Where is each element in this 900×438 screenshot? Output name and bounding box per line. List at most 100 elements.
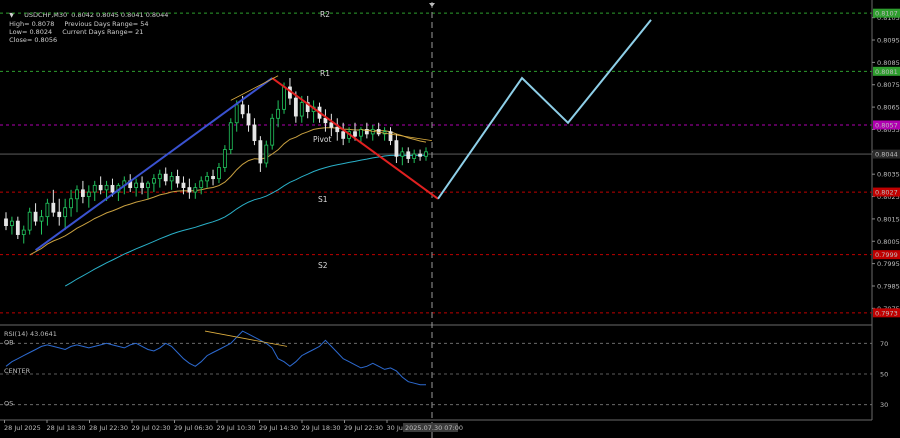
time-tick-label: 28 Jul 18:30 [47, 424, 86, 432]
rsi-tick-label: 30 [880, 401, 888, 409]
candle-body [21, 229, 26, 235]
level-label-r2: R2 [320, 10, 330, 19]
time-tick-label: 29 Jul 14:30 [259, 424, 298, 432]
candle-body [63, 207, 68, 218]
candle-body [329, 122, 334, 128]
rsi-zone-label: OB [4, 338, 14, 346]
level-tag-value: 0.7999 [875, 251, 898, 259]
time-tick-label: 29 Jul 06:30 [174, 424, 213, 432]
candle-body [394, 140, 399, 157]
level-tag-value: 0.8107 [875, 10, 898, 18]
candle-body [228, 122, 233, 150]
candle-body [193, 187, 198, 193]
candle-body [57, 211, 62, 218]
price-tick-label: 0.8065 [877, 104, 900, 112]
rsi-zone-label: CENTER [4, 367, 31, 375]
time-tick-label: 29 Jul 18:30 [302, 424, 341, 432]
candle-body [151, 178, 156, 184]
candle-body [199, 180, 204, 188]
candle-body [258, 140, 263, 164]
rsi-zone-label: OS [4, 400, 13, 408]
candle-body [211, 176, 215, 180]
candle-body [276, 108, 281, 119]
candle-body [222, 149, 227, 168]
time-tick-label: 29 Jul 02:30 [132, 424, 171, 432]
candle-body [282, 86, 286, 110]
down-trend-line [271, 77, 439, 200]
price-tick-label: 0.8035 [877, 171, 900, 179]
candle-body [10, 220, 14, 227]
separator-marker-icon [429, 3, 435, 7]
candle-body [98, 184, 103, 191]
time-highlight-label: 2025.07.30 07:00 [405, 424, 463, 432]
candle-body [92, 184, 97, 193]
price-tick-label: 0.8005 [877, 238, 900, 246]
rsi-tick-label: 50 [880, 371, 888, 379]
candle-body [264, 144, 269, 164]
candle-body [388, 131, 393, 142]
level-tag-value: 0.8027 [875, 189, 898, 197]
candle-body [234, 104, 239, 124]
candle-body [240, 104, 245, 115]
time-tick-label: 29 Jul 22:30 [344, 424, 383, 432]
high-annotation-line [230, 75, 279, 101]
candle-body [252, 124, 257, 142]
candle-body [412, 153, 417, 159]
level-label-s2: S2 [318, 261, 328, 270]
candle-body [39, 216, 44, 222]
level-tag-value: 0.8081 [875, 68, 898, 76]
candle-body [140, 182, 144, 188]
candle-body [217, 167, 221, 180]
candle-body [169, 176, 174, 182]
candle-body [418, 153, 422, 157]
candle-body [146, 182, 150, 188]
candle-body [104, 184, 109, 191]
candle-body [323, 117, 328, 124]
rsi-line [5, 330, 426, 386]
candle-body [15, 220, 20, 235]
candle-body [75, 189, 79, 200]
price-tick-label: 0.8015 [877, 215, 900, 223]
candle-body [335, 126, 340, 133]
up-trend-line [34, 77, 273, 252]
candle-body [353, 131, 357, 137]
ema-slow-line [64, 154, 427, 287]
level-tag-value: 0.8044 [875, 151, 898, 159]
candle-body [45, 202, 50, 218]
level-label-pivot: Pivot [313, 135, 331, 144]
price-tick-label: 0.8095 [877, 37, 900, 45]
candle-body [400, 151, 405, 157]
candle-body [157, 173, 162, 180]
candle-body [246, 113, 251, 126]
candle-body [359, 129, 363, 137]
candle-body [181, 182, 186, 188]
price-tick-label: 0.7995 [877, 260, 900, 268]
price-chart[interactable]: 0.81050.80950.80850.80750.80650.80550.80… [0, 0, 900, 438]
forecast-path [437, 19, 652, 200]
candle-body [51, 202, 56, 213]
candle-body [69, 198, 73, 209]
candle-body [86, 191, 91, 197]
candle-body [187, 187, 192, 193]
candle-body [175, 176, 180, 184]
candle-body [270, 117, 275, 146]
rsi-title: RSI(14) 43.0641 [4, 330, 57, 338]
level-label-s1: S1 [318, 195, 328, 204]
candle-body [27, 211, 32, 231]
candle-body [4, 218, 8, 227]
level-tag-value: 0.8057 [875, 121, 898, 129]
level-tag-value: 0.7973 [875, 309, 898, 317]
candle-body [33, 211, 38, 222]
price-tick-label: 0.8085 [877, 59, 900, 67]
candle-body [110, 184, 115, 193]
level-label-r1: R1 [320, 69, 330, 78]
candle-body [424, 151, 428, 157]
candle-body [205, 176, 210, 182]
rsi-tick-label: 70 [880, 340, 888, 348]
candle-body [134, 182, 139, 188]
time-tick-label: 28 Jul 22:30 [89, 424, 128, 432]
candle-body [163, 173, 168, 182]
time-tick-label: 29 Jul 10:30 [217, 424, 256, 432]
time-tick-label: 28 Jul 2025 [4, 424, 41, 432]
candle-body [81, 189, 85, 197]
